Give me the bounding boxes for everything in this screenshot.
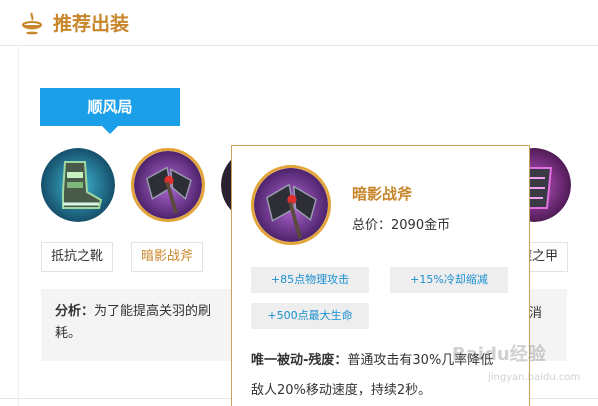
section-header: 推荐出装 [0, 0, 598, 46]
bowl-icon [22, 12, 42, 35]
analysis-label: 分析： [55, 304, 95, 319]
watermark-text: Baidu经验 [452, 344, 546, 365]
analysis-text: 为了能提高关羽的刷 [94, 304, 212, 319]
watermark-url: jingyan.baidu.com [488, 372, 581, 383]
axe-icon[interactable] [131, 148, 205, 222]
axe-icon [251, 165, 331, 245]
tooltip-price: 总价：2090金币 [352, 218, 451, 233]
tooltip-item-name: 暗影战斧 [352, 185, 413, 203]
section-title: 推荐出装 [53, 13, 130, 35]
passive-name: 唯一被动-残废： [251, 353, 348, 368]
analysis-continued: 耗。 [55, 326, 82, 341]
tab-favorable-game[interactable]: 顺风局 [40, 88, 180, 134]
stat-chip: +85点物理攻击 [251, 267, 369, 293]
passive-text-2: 敌人20%移动速度，持续2秒。 [251, 383, 432, 398]
boots-icon[interactable] [41, 148, 115, 222]
stat-chip: +15%冷却缩减 [390, 267, 508, 293]
item-label-axe[interactable]: 暗影战斧 [131, 242, 204, 272]
stat-chip: +500点最大生命 [251, 303, 369, 329]
analysis-tail: 消 [529, 306, 543, 321]
watermark: Baidu经验 jingyan.baidu.com [452, 340, 582, 392]
item-label-boots[interactable]: 抵抗之靴 [41, 242, 114, 272]
